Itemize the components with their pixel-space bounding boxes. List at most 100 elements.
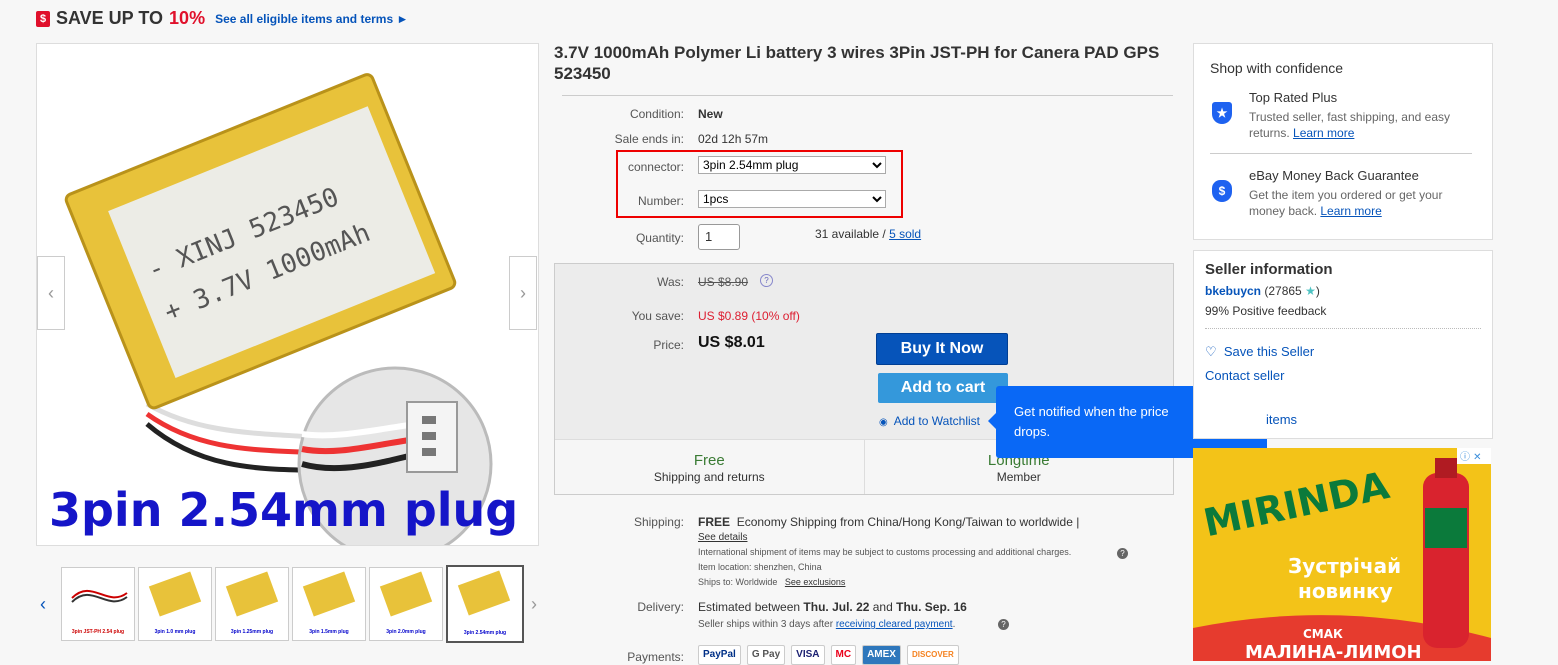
thumbs-prev-icon[interactable]: ‹ — [40, 594, 58, 615]
promo-percent: 10% — [169, 8, 206, 28]
buy-it-now-button[interactable]: Buy It Now — [876, 333, 1008, 365]
thumbnail[interactable]: 3pin 2.0mm plug — [369, 567, 443, 641]
sale-label: Sale ends in: — [614, 132, 684, 146]
heart-icon: ♡ — [1205, 344, 1217, 359]
thumbnail[interactable]: 3pin JST-PH 2.54 plug — [61, 567, 135, 641]
shipping-free: FREE — [698, 515, 731, 529]
info-icon[interactable]: ? — [1117, 548, 1128, 559]
thumbnail-caption: 3pin 1.25mm plug — [230, 629, 274, 635]
learn-more-link[interactable]: Learn more — [1293, 126, 1354, 140]
delivery-and: and — [869, 600, 897, 614]
ad-line4: МАЛИНА-ЛИМОН — [1245, 642, 1422, 661]
save-label: You save: — [631, 309, 684, 323]
info-icon[interactable]: ? — [998, 619, 1009, 630]
top-rated-title: Top Rated Plus — [1249, 90, 1338, 105]
thumbnail[interactable]: 3pin 1.5mm plug — [292, 567, 366, 641]
image-caption: 3pin 2.54mm plug — [49, 483, 518, 537]
watchlist-label: Add to Watchlist — [893, 414, 981, 428]
divider — [1205, 328, 1481, 329]
available-count: 31 available / — [815, 227, 890, 241]
seller-score: (27865 — [1264, 284, 1306, 298]
thumbnail-selected[interactable]: 3pin 2.54mm plug — [446, 565, 524, 643]
tooltip-arrow — [988, 412, 997, 430]
delivery-date-start: Thu. Jul. 22 — [803, 600, 870, 614]
save-seller-link[interactable]: ♡ Save this Seller — [1205, 344, 1314, 360]
price-label: Price: — [653, 338, 684, 352]
longtime-sub: Member — [996, 470, 1041, 484]
paypal-icon: PayPal — [698, 645, 741, 665]
free-shipping-badge: Free Shipping and returns — [555, 440, 865, 494]
thumbs-next-icon[interactable]: › — [531, 594, 537, 615]
seller-info-panel: Seller information bkebuycn (27865 ★) 99… — [1193, 250, 1493, 439]
seller-items-link[interactable]: items — [1266, 412, 1297, 427]
thumbnail[interactable]: 3pin 1.0 mm plug — [138, 567, 212, 641]
shipping-label: Shipping: — [633, 515, 684, 529]
quantity-label: Quantity: — [635, 231, 684, 245]
connector-label: connector: — [627, 160, 684, 174]
ships-to: Ships to: Worldwide — [698, 577, 778, 587]
help-icon[interactable]: ? — [760, 274, 773, 287]
shipping-line: FREE Economy Shipping from China/Hong Ko… — [698, 515, 1079, 529]
promo-bar: $ SAVE UP TO 10% See all eligible items … — [36, 8, 408, 29]
shipping-desc: Economy Shipping from China/Hong Kong/Ta… — [736, 515, 1080, 529]
image-prev-button[interactable]: ‹ — [37, 256, 65, 330]
seller-name-line: bkebuycn (27865 ★) — [1205, 284, 1320, 298]
mirinda-ad-image: MIRINDA Зустрічай новинку СМАК МАЛИНА-ЛИ… — [1193, 448, 1491, 661]
delivery-estimate: Estimated between Thu. Jul. 22 and Thu. … — [698, 600, 967, 614]
star-ribbon-icon: ★ — [1212, 102, 1232, 124]
price-value: US $8.01 — [698, 334, 765, 351]
ad-choices-icon[interactable]: ⓘ ✕ — [1460, 451, 1482, 463]
shop-with-confidence-panel: Shop with confidence ★ Top Rated Plus Tr… — [1193, 43, 1493, 240]
product-title: 3.7V 1000mAh Polymer Li battery 3 wires … — [554, 43, 1160, 83]
see-exclusions-link[interactable]: See exclusions — [785, 577, 846, 587]
contact-seller-link[interactable]: Contact seller — [1205, 368, 1284, 383]
add-to-cart-button[interactable]: Add to cart — [878, 373, 1008, 403]
thumbnail-strip: ‹ 3pin JST-PH 2.54 plug 3pin 1.0 mm plug… — [40, 565, 537, 643]
money-back-desc: Get the item you ordered or get your mon… — [1249, 187, 1474, 219]
cleared-payment-link[interactable]: receiving cleared payment — [836, 619, 953, 630]
condition-value: New — [698, 107, 723, 121]
eye-icon: ◉ — [879, 417, 888, 428]
sold-link[interactable]: 5 sold — [889, 227, 921, 241]
see-details-link[interactable]: See details — [698, 532, 747, 543]
delivery-note-text: Seller ships within 3 days after — [698, 619, 836, 630]
image-next-button[interactable]: › — [509, 256, 537, 330]
quantity-input[interactable]: 1 — [698, 224, 740, 250]
learn-more-link[interactable]: Learn more — [1320, 204, 1381, 218]
number-label: Number: — [637, 194, 684, 208]
number-select[interactable]: 1pcs — [698, 190, 886, 208]
price-box: Free Shipping and returns Longtime Membe… — [554, 263, 1174, 495]
chevron-left-icon: ‹ — [48, 282, 54, 303]
tooltip-message: Get notified when the price drops. — [1014, 404, 1169, 439]
gpay-icon: G Pay — [746, 645, 786, 665]
item-location: Item location: shenzhen, China — [698, 562, 822, 572]
amex-icon: AMEX — [862, 645, 901, 665]
seller-info-title: Seller information — [1205, 261, 1333, 278]
payment-methods: PayPal G Pay VISA MC AMEX DISCOVER — [698, 645, 959, 665]
ships-to-line: Ships to: Worldwide See exclusions — [698, 577, 845, 587]
thumbnail-caption: 3pin JST-PH 2.54 plug — [71, 629, 125, 635]
delivery-label: Delivery: — [637, 600, 684, 614]
free-title: Free — [693, 452, 725, 469]
condition-label: Condition: — [629, 107, 684, 121]
connector-select[interactable]: 3pin 2.54mm plug — [698, 156, 886, 174]
shield-dollar-icon: $ — [1212, 180, 1232, 202]
ad-line1: Зустрічай — [1288, 554, 1401, 578]
delivery-date-end: Thu. Sep. 16 — [896, 600, 967, 614]
was-label: Was: — [657, 275, 684, 289]
sale-countdown: 02d 12h 57m — [698, 132, 769, 146]
mastercard-icon: MC — [830, 645, 857, 665]
ad-line2: новинку — [1298, 579, 1393, 603]
visa-icon: VISA — [791, 645, 825, 665]
tag-icon: $ — [36, 10, 50, 27]
seller-name-link[interactable]: bkebuycn — [1205, 284, 1261, 298]
availability: 31 available / 5 sold — [815, 227, 921, 241]
add-to-watchlist-link[interactable]: ◉ Add to Watchlist — [879, 414, 980, 428]
main-product-image[interactable]: - XINJ 523450 + 3.7V 1000mAh 3pin 2.54mm… — [36, 43, 539, 546]
advertisement[interactable]: MIRINDA Зустрічай новинку СМАК МАЛИНА-ЛИ… — [1193, 448, 1491, 661]
thumbnail[interactable]: 3pin 1.25mm plug — [215, 567, 289, 641]
was-price: US $8.90 — [698, 275, 749, 289]
promo-terms-link[interactable]: See all eligible items and terms ► — [215, 12, 408, 26]
thumbnail-caption: 3pin 1.5mm plug — [309, 629, 349, 635]
discover-icon: DISCOVER — [906, 645, 959, 665]
